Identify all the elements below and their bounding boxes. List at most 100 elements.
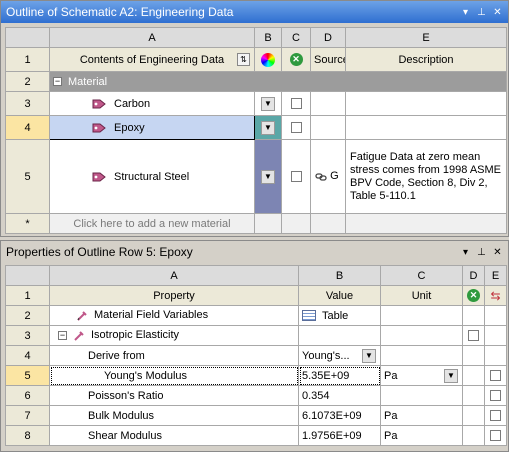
table-row[interactable]: 2 Material Field Variables Table (5, 305, 507, 326)
property-unit: Pa (380, 405, 463, 426)
column-c-header[interactable]: C (380, 265, 463, 286)
property-unit: Pa (380, 425, 463, 446)
source-header: Source (310, 47, 346, 72)
property-name[interactable]: Poisson's Ratio (49, 385, 299, 406)
properties-table: A B C D E 1 Property Value Unit ✕ ⇆ 2 Ma… (5, 265, 507, 446)
table-row[interactable]: * Click here to add a new material (5, 213, 507, 234)
property-name[interactable]: Young's Modulus (49, 365, 299, 386)
property-name[interactable]: Bulk Modulus (49, 405, 299, 426)
property-value[interactable]: 5.35E+09 (298, 365, 381, 386)
table-row[interactable]: 4 Derive from Young's... ▼ (5, 345, 507, 366)
color-dropdown[interactable]: ▼ (261, 96, 275, 111)
material-icon (92, 172, 106, 182)
row-number: 1 (5, 47, 50, 72)
chevron-down-icon[interactable]: ▼ (444, 369, 458, 383)
material-icon (92, 123, 106, 133)
column-c-header[interactable]: C (281, 27, 311, 48)
description-cell: Fatigue Data at zero mean stress comes f… (345, 139, 507, 214)
properties-titlebar: Properties of Outline Row 5: Epoxy ▾ ⊥ ✕ (1, 241, 508, 263)
column-e-header[interactable]: E (345, 27, 507, 48)
dropdown-icon[interactable]: ▾ (459, 246, 472, 259)
source-cell: G (310, 139, 346, 214)
suppress-checkbox[interactable] (468, 330, 479, 342)
column-b-header[interactable]: B (298, 265, 381, 286)
material-section[interactable]: − Material (49, 71, 507, 92)
outline-header-row: 1 Contents of Engineering Data ⇅ ✕ Sourc… (5, 47, 507, 72)
dropdown-icon[interactable]: ▾ (459, 6, 472, 19)
row-number: 7 (5, 405, 50, 426)
unit-header: Unit (380, 285, 463, 306)
property-value[interactable]: 6.1073E+09 (298, 405, 381, 426)
property-value[interactable]: 0.354 (298, 385, 381, 406)
column-d-header[interactable]: D (310, 27, 346, 48)
material-carbon[interactable]: Carbon (49, 91, 255, 116)
table-row[interactable]: 5 Young's Modulus 5.35E+09 Pa ▼ (5, 365, 507, 386)
column-b-header[interactable]: B (254, 27, 282, 48)
derive-from-select[interactable]: Young's... ▼ (298, 345, 381, 366)
column-d-header[interactable]: D (462, 265, 485, 286)
property-icon (74, 330, 84, 341)
pin-icon[interactable]: ⊥ (475, 246, 488, 259)
outline-panel: Outline of Schematic A2: Engineering Dat… (0, 0, 509, 237)
row-number: 4 (5, 345, 50, 366)
table-row: 2 − Material (5, 71, 507, 92)
row-number: 6 (5, 385, 50, 406)
property-value[interactable]: 1.9756E+09 (298, 425, 381, 446)
property-name[interactable]: − Isotropic Elasticity (49, 325, 299, 346)
material-epoxy[interactable]: Epoxy (49, 115, 255, 140)
close-icon[interactable]: ✕ (491, 6, 504, 19)
description-header: Description (345, 47, 507, 72)
parameter-checkbox[interactable] (490, 370, 501, 382)
parameter-checkbox[interactable] (490, 390, 501, 402)
value-header: Value (298, 285, 381, 306)
table-row[interactable]: 3 Carbon ▼ (5, 91, 507, 116)
row-number: 3 (5, 91, 50, 116)
sort-icon[interactable]: ⇅ (237, 53, 250, 66)
property-value[interactable]: Table (298, 305, 381, 326)
table-icon (302, 310, 316, 322)
table-row[interactable]: 7 Bulk Modulus 6.1073E+09 Pa (5, 405, 507, 426)
row-number: 2 (5, 71, 50, 92)
column-a-header[interactable]: A (49, 265, 299, 286)
material-structural-steel[interactable]: Structural Steel (49, 139, 255, 214)
table-row[interactable]: 6 Poisson's Ratio 0.354 (5, 385, 507, 406)
column-e-header[interactable]: E (484, 265, 507, 286)
contents-header[interactable]: Contents of Engineering Data ⇅ (49, 47, 255, 72)
chevron-down-icon[interactable]: ▼ (362, 349, 376, 363)
suppress-checkbox[interactable] (290, 98, 302, 110)
parameter-icon: ⇆ (490, 288, 501, 303)
row-number: 8 (5, 425, 50, 446)
table-row[interactable]: 8 Shear Modulus 1.9756E+09 Pa (5, 425, 507, 446)
property-name[interactable]: Material Field Variables (49, 305, 299, 326)
row-number: 4 (5, 115, 50, 140)
pin-icon[interactable]: ⊥ (475, 6, 488, 19)
suppress-checkbox[interactable] (290, 171, 302, 183)
properties-title: Properties of Outline Row 5: Epoxy (6, 245, 193, 259)
collapse-icon[interactable]: − (53, 77, 62, 87)
properties-column-header-row: A B C D E (5, 265, 507, 286)
add-material-cell[interactable]: Click here to add a new material (49, 213, 255, 234)
color-dropdown[interactable]: ▼ (261, 120, 275, 135)
outline-table: A B C D E 1 Contents of Engineering Data… (5, 27, 507, 234)
row-number: 3 (5, 325, 50, 346)
property-name[interactable]: Derive from (49, 345, 299, 366)
suppress-checkbox[interactable] (290, 122, 302, 134)
collapse-icon[interactable]: − (58, 331, 67, 341)
parameter-checkbox[interactable] (490, 410, 501, 422)
table-row[interactable]: 4 Epoxy ▼ (5, 115, 507, 140)
table-row[interactable]: 3 − Isotropic Elasticity (5, 325, 507, 346)
suppress-header: ✕ (281, 47, 311, 72)
material-icon (92, 99, 106, 109)
unit-select[interactable]: Pa ▼ (380, 365, 463, 386)
color-wheel-icon (261, 52, 275, 67)
table-row[interactable]: 5 Structural Steel ▼ G Fatigue Data at z… (5, 139, 507, 214)
column-a-header[interactable]: A (49, 27, 255, 48)
suppress-icon: ✕ (289, 53, 303, 66)
row-number: 5 (5, 365, 50, 386)
parameter-checkbox[interactable] (490, 430, 501, 442)
property-icon (77, 310, 87, 321)
properties-panel: Properties of Outline Row 5: Epoxy ▾ ⊥ ✕… (0, 240, 509, 452)
close-icon[interactable]: ✕ (491, 246, 504, 259)
property-name[interactable]: Shear Modulus (49, 425, 299, 446)
color-dropdown[interactable]: ▼ (261, 169, 275, 184)
